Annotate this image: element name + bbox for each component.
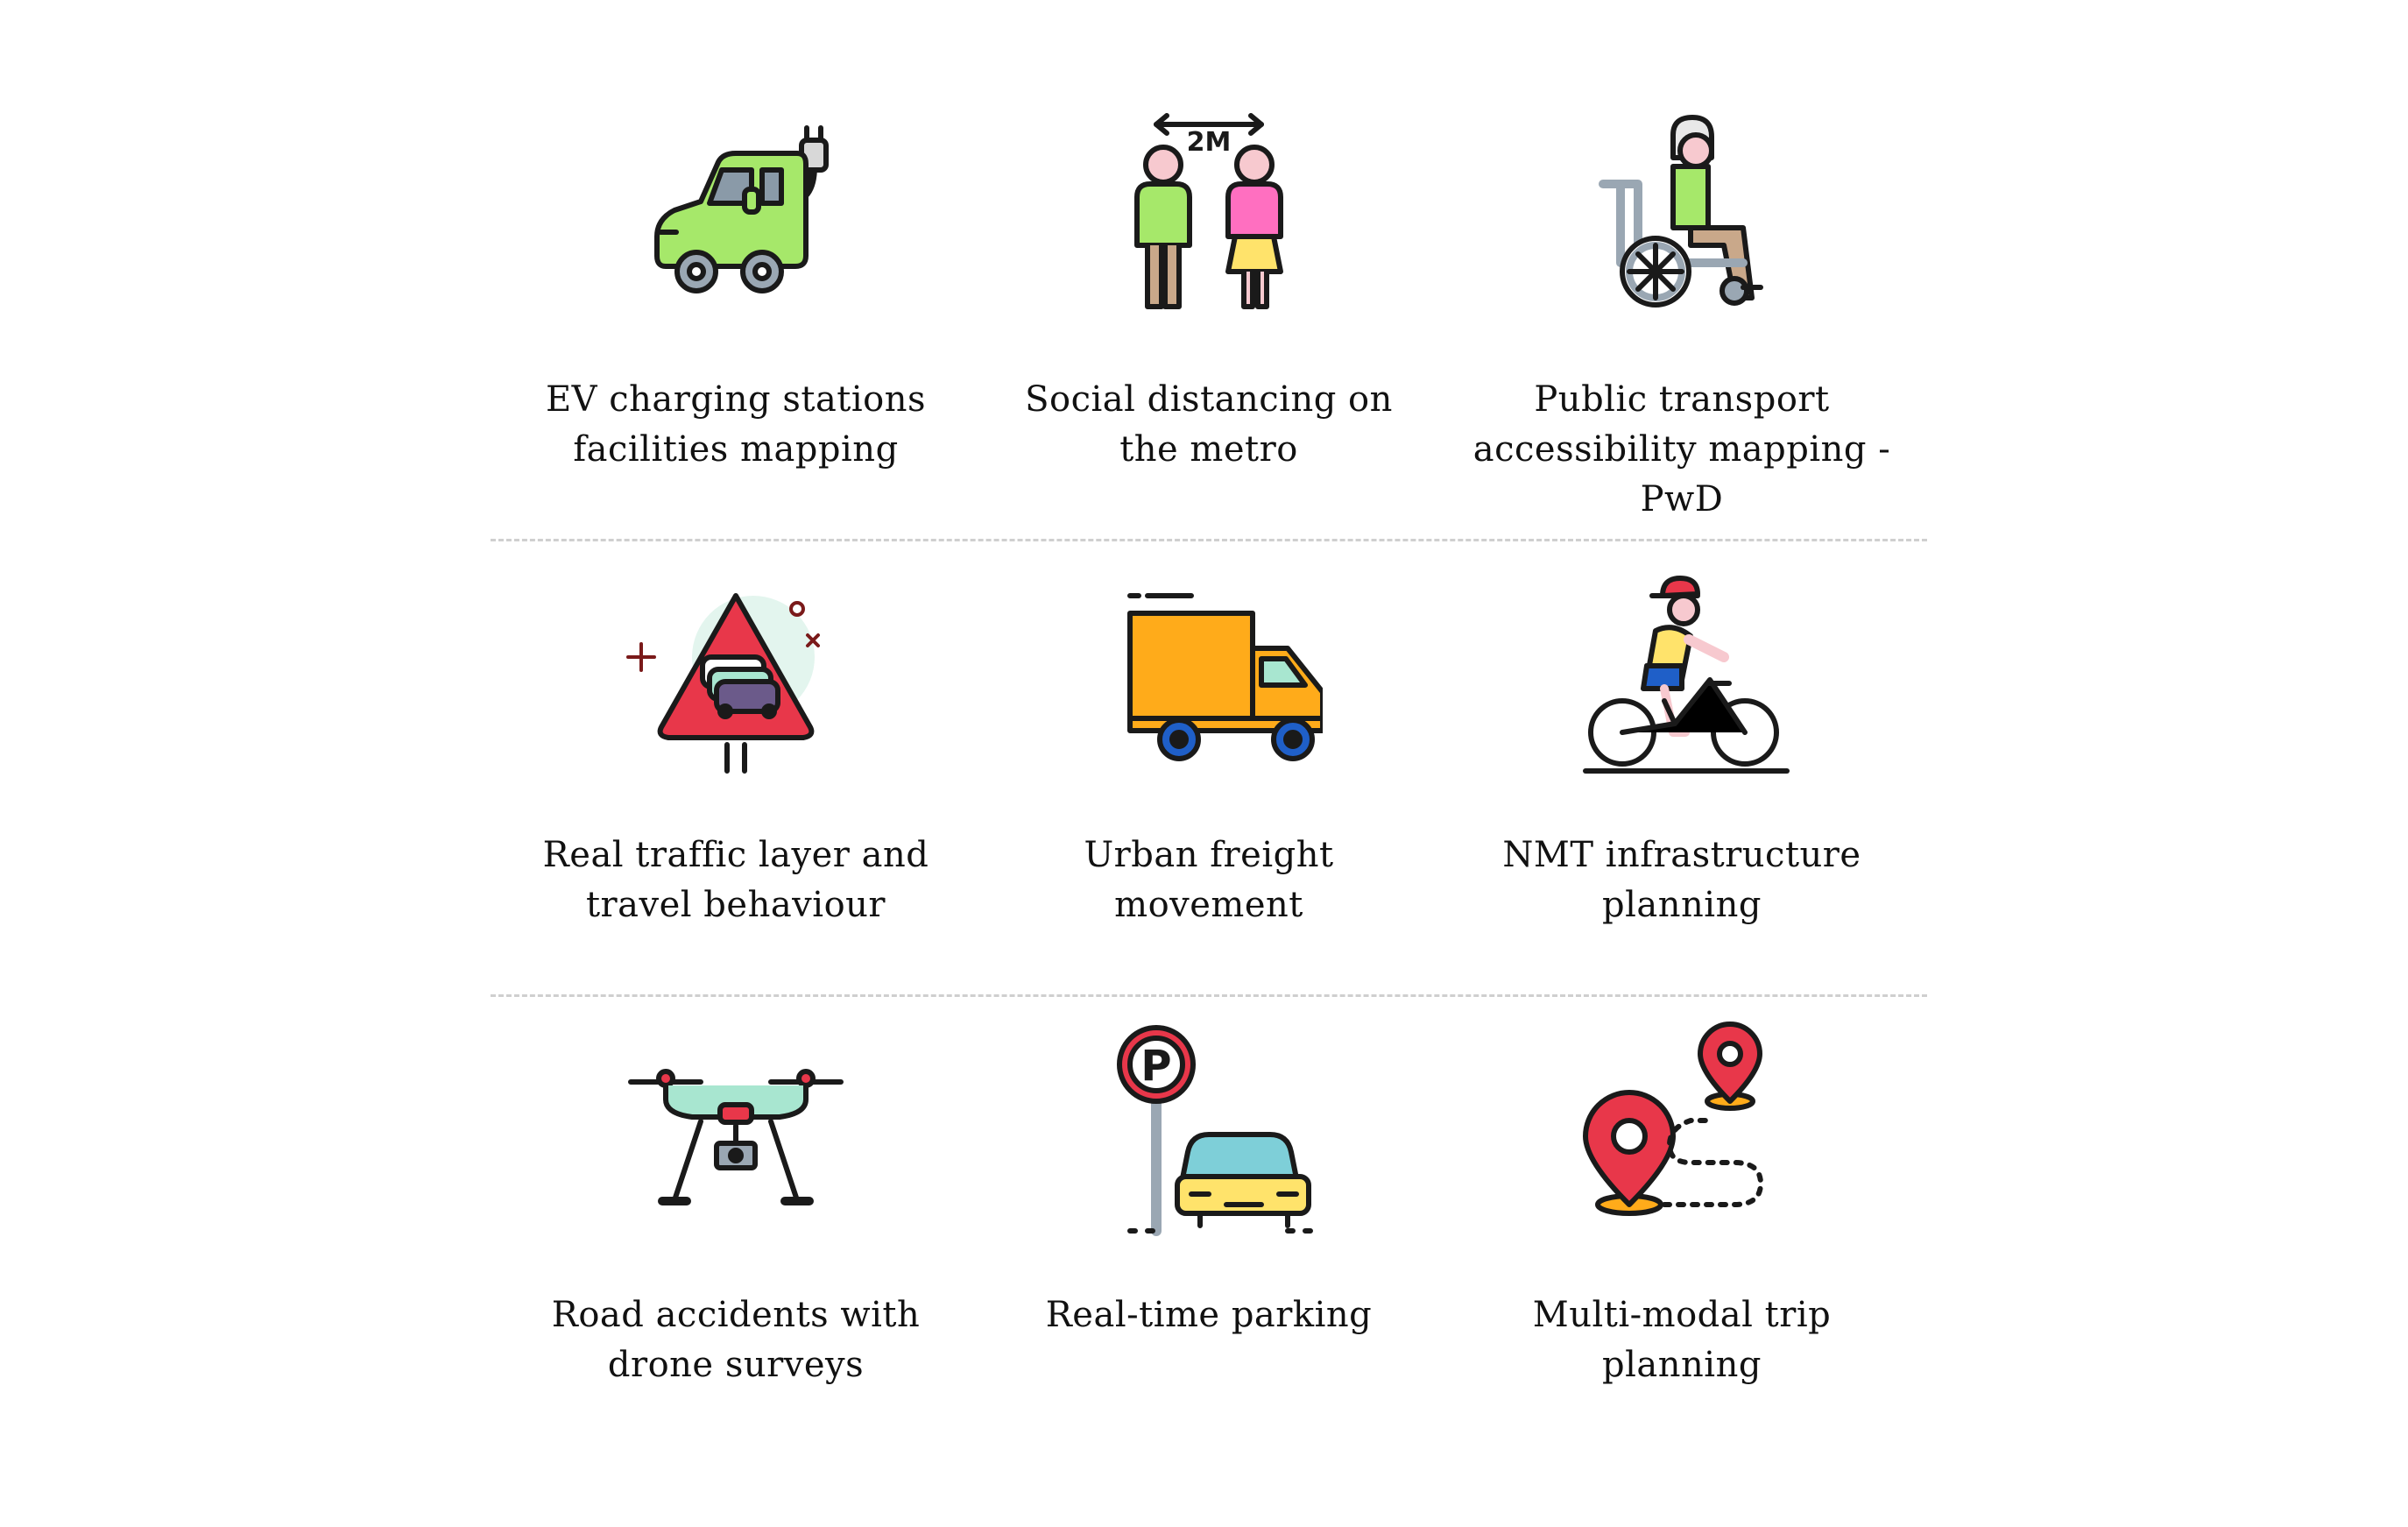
feature-label: Multi-modal trip planning xyxy=(1437,1290,1927,1390)
delivery-truck-icon xyxy=(1095,561,1323,788)
feature-card-drone: Road accidents with drone surveys xyxy=(491,915,981,1385)
feature-card-nmt: NMT infrastructure planning xyxy=(1437,456,1927,925)
feature-label-line: EV charging stations xyxy=(545,379,927,420)
feature-label-line: drone surveys xyxy=(607,1345,865,1385)
feature-row: Real traffic layer and travel behaviour xyxy=(491,456,1927,925)
map-pins-route-icon xyxy=(1568,1021,1796,1248)
feature-label-line: NMT infrastructure xyxy=(1502,835,1861,875)
wheelchair-icon xyxy=(1568,105,1796,333)
feature-label-line: Urban freight xyxy=(1084,835,1334,875)
parking-sign-car-icon: P xyxy=(1095,1021,1323,1248)
ev-charging-car-icon xyxy=(622,105,850,333)
feature-card-traffic: Real traffic layer and travel behaviour xyxy=(491,456,981,925)
traffic-warning-sign-icon xyxy=(622,561,850,788)
feature-card-accessibility: Public transport accessibility mapping -… xyxy=(1437,0,1927,520)
feature-label-line: planning xyxy=(1602,1345,1762,1385)
feature-grid: EV charging stations facilities mapping xyxy=(491,0,1927,1527)
feature-label-line: Public transport xyxy=(1534,379,1830,420)
feature-label-line: Real-time parking xyxy=(1045,1295,1373,1335)
feature-label-line: Road accidents with xyxy=(551,1295,921,1335)
cyclist-icon xyxy=(1568,561,1796,788)
social-distancing-icon: 2M xyxy=(1095,105,1323,333)
feature-label-line: Multi-modal trip xyxy=(1532,1295,1832,1335)
feature-card-ev-charging: EV charging stations facilities mapping xyxy=(491,0,981,470)
feature-card-social-distancing: 2M Social distancing on the metro xyxy=(964,0,1454,470)
feature-row: EV charging stations facilities mapping xyxy=(491,0,1927,520)
feature-label-line: Real traffic layer and xyxy=(542,835,929,875)
feature-card-parking: P Real-time parking xyxy=(964,915,1454,1371)
feature-label-line: Social distancing on xyxy=(1025,379,1393,420)
distance-text: 2M xyxy=(1187,127,1232,158)
feature-label: Real-time parking xyxy=(964,1290,1454,1340)
drone-icon xyxy=(622,1021,850,1248)
feature-card-multimodal: Multi-modal trip planning xyxy=(1437,915,1927,1385)
feature-row: Road accidents with drone surveys P Real… xyxy=(491,915,1927,1385)
feature-label: Road accidents with drone surveys xyxy=(491,1290,981,1390)
feature-card-freight: Urban freight movement xyxy=(964,456,1454,925)
parking-letter: P xyxy=(1140,1042,1171,1091)
